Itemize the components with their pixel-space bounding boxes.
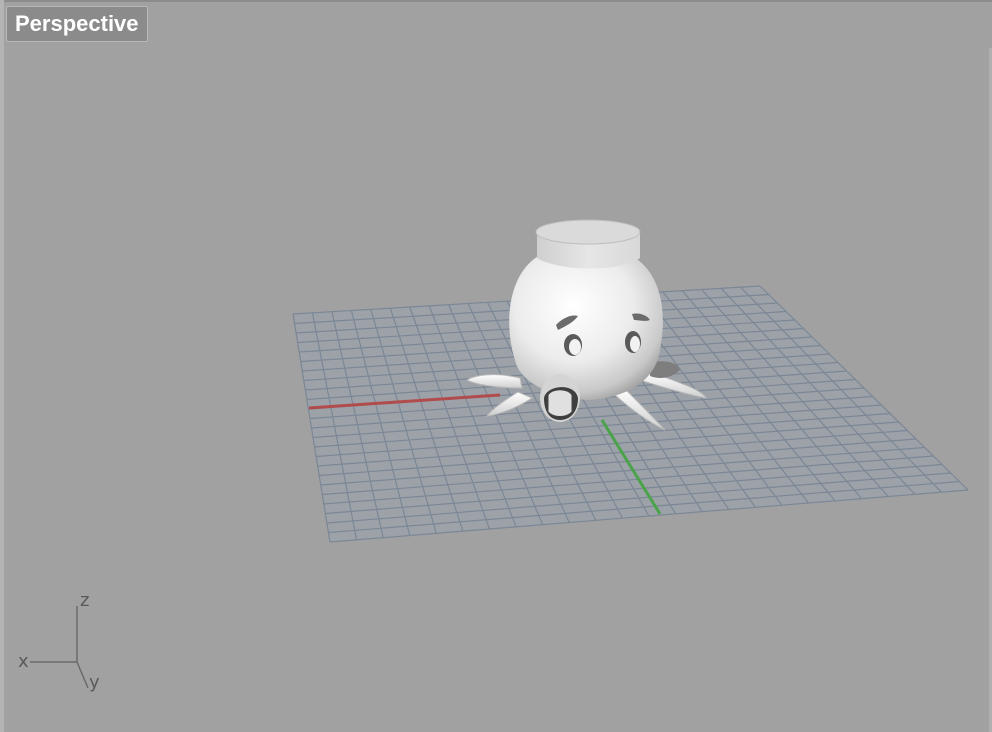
z-axis-label: z — [80, 590, 89, 611]
axis-orientation-widget: z x y — [18, 590, 100, 693]
viewport-title-label: Perspective — [15, 11, 139, 36]
x-axis-label: x — [18, 651, 29, 672]
viewport-title-tab[interactable]: Perspective — [6, 6, 148, 42]
y-axis-label: y — [89, 672, 100, 693]
scene-canvas[interactable]: z x y — [0, 0, 992, 732]
perspective-viewport[interactable]: z x y Perspective — [0, 0, 992, 732]
